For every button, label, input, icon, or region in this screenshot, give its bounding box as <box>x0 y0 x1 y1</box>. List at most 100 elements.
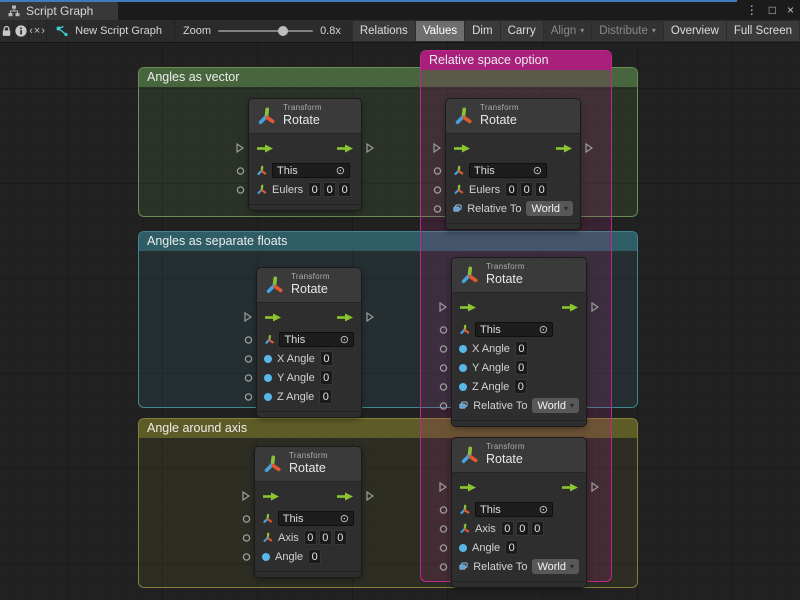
value-input[interactable]: 0 <box>304 530 317 545</box>
node-rotate-axis-angle[interactable]: Transform Rotate <box>255 447 361 577</box>
flow-input-port[interactable] <box>242 491 250 501</box>
target-picker-icon[interactable]: ⊙ <box>533 164 542 177</box>
value-input[interactable]: 0 <box>514 379 527 394</box>
flow-input-port[interactable] <box>439 482 447 492</box>
value-input-port[interactable] <box>439 505 448 514</box>
this-field[interactable]: This ⊙ <box>279 332 354 347</box>
target-picker-icon[interactable]: ⊙ <box>539 323 548 336</box>
target-picker-icon[interactable]: ⊙ <box>340 333 349 346</box>
target-picker-icon[interactable]: ⊙ <box>539 503 548 516</box>
relative-to-dropdown[interactable]: World ▾ <box>526 201 573 216</box>
graph-name-button[interactable]: New Script Graph <box>47 20 175 42</box>
flow-input-port[interactable] <box>244 312 252 322</box>
node-rotate-xyz[interactable]: Transform Rotate <box>257 268 361 417</box>
value-input-port[interactable] <box>439 562 448 571</box>
info-button[interactable] <box>14 20 29 42</box>
overview-button[interactable]: Overview <box>664 21 726 41</box>
maximize-icon[interactable]: □ <box>769 3 776 17</box>
target-picker-icon[interactable]: ⊙ <box>340 512 349 525</box>
group-header[interactable]: Relative space option <box>421 51 611 70</box>
value-input[interactable]: 0 <box>505 540 518 555</box>
value-input-port[interactable] <box>439 382 448 391</box>
flow-input-port[interactable] <box>236 143 244 153</box>
dim-button[interactable]: Dim <box>465 21 499 41</box>
value-input[interactable]: 0 <box>338 182 351 197</box>
value-input[interactable]: 0 <box>319 530 332 545</box>
value-input-port[interactable] <box>244 354 253 363</box>
value-input[interactable]: 0 <box>520 182 533 197</box>
node-header[interactable]: Transform Rotate <box>249 99 361 134</box>
align-dropdown[interactable]: Align ▾ <box>544 21 592 41</box>
this-field[interactable]: This ⊙ <box>272 163 350 178</box>
this-field[interactable]: This ⊙ <box>475 502 553 517</box>
value-input[interactable]: 0 <box>308 549 321 564</box>
target-picker-icon[interactable]: ⊙ <box>336 164 345 177</box>
lock-button[interactable] <box>0 20 14 42</box>
value-input[interactable]: 0 <box>319 389 332 404</box>
node-header[interactable]: Transform Rotate <box>452 258 586 293</box>
node-rotate-axis-angle-relative[interactable]: Transform Rotate <box>452 438 586 587</box>
graph-canvas[interactable]: Angles as vector Angles as separate floa… <box>0 43 800 600</box>
flow-output-port[interactable] <box>366 491 374 501</box>
value-input-port[interactable] <box>244 335 253 344</box>
value-input-port[interactable] <box>244 392 253 401</box>
value-input[interactable]: 0 <box>320 351 333 366</box>
flow-input-port[interactable] <box>433 143 441 153</box>
value-input-port[interactable] <box>439 401 448 410</box>
value-input[interactable]: 0 <box>531 521 544 536</box>
flow-input-port[interactable] <box>439 302 447 312</box>
value-input[interactable]: 0 <box>535 182 548 197</box>
node-header[interactable]: Transform Rotate <box>452 438 586 473</box>
value-input-port[interactable] <box>236 185 245 194</box>
flow-output-port[interactable] <box>591 482 599 492</box>
this-field[interactable]: This ⊙ <box>469 163 547 178</box>
node-rotate-eulers[interactable]: Transform Rotate <box>249 99 361 210</box>
value-input-port[interactable] <box>433 204 442 213</box>
value-input[interactable]: 0 <box>334 530 347 545</box>
node-rotate-eulers-relative[interactable]: Transform Rotate <box>446 99 580 229</box>
value-input[interactable]: 0 <box>323 182 336 197</box>
value-input-port[interactable] <box>244 373 253 382</box>
values-button[interactable]: Values <box>416 21 464 41</box>
value-input[interactable]: 0 <box>505 182 518 197</box>
value-input-port[interactable] <box>439 543 448 552</box>
node-header[interactable]: Transform Rotate <box>255 447 361 482</box>
distribute-dropdown[interactable]: Distribute ▾ <box>592 21 663 41</box>
value-input-port[interactable] <box>439 344 448 353</box>
flow-output-port[interactable] <box>585 143 593 153</box>
zoom-slider[interactable] <box>218 30 313 32</box>
fullscreen-button[interactable]: Full Screen <box>727 21 799 41</box>
value-input[interactable]: 0 <box>501 521 514 536</box>
node-rotate-xyz-relative[interactable]: Transform Rotate <box>452 258 586 426</box>
flow-output-port[interactable] <box>591 302 599 312</box>
zoom-slider-handle[interactable] <box>278 26 288 36</box>
value-input[interactable]: 0 <box>516 521 529 536</box>
value-input-port[interactable] <box>439 363 448 372</box>
tab-script-graph[interactable]: Script Graph <box>0 2 118 20</box>
code-preview-toggle[interactable]: ‹×› <box>29 20 47 42</box>
value-input-port[interactable] <box>439 325 448 334</box>
value-input[interactable]: 0 <box>515 360 528 375</box>
value-input-port[interactable] <box>439 524 448 533</box>
value-input[interactable]: 0 <box>308 182 321 197</box>
this-field[interactable]: This ⊙ <box>475 322 553 337</box>
value-input-port[interactable] <box>236 166 245 175</box>
relative-to-dropdown[interactable]: World ▾ <box>532 559 579 574</box>
value-input-port[interactable] <box>242 533 251 542</box>
value-input-port[interactable] <box>433 185 442 194</box>
relations-button[interactable]: Relations <box>353 21 415 41</box>
value-input-port[interactable] <box>242 552 251 561</box>
this-field[interactable]: This ⊙ <box>278 511 354 526</box>
value-input[interactable]: 0 <box>515 341 528 356</box>
close-icon[interactable]: × <box>787 3 794 17</box>
value-input[interactable]: 0 <box>320 370 333 385</box>
value-input-port[interactable] <box>242 514 251 523</box>
node-header[interactable]: Transform Rotate <box>257 268 361 303</box>
carry-button[interactable]: Carry <box>501 21 543 41</box>
menu-dots-icon[interactable]: ⋮ <box>746 3 758 17</box>
relative-to-dropdown[interactable]: World ▾ <box>532 398 579 413</box>
value-input-port[interactable] <box>433 166 442 175</box>
node-header[interactable]: Transform Rotate <box>446 99 580 134</box>
flow-output-port[interactable] <box>366 312 374 322</box>
flow-output-port[interactable] <box>366 143 374 153</box>
